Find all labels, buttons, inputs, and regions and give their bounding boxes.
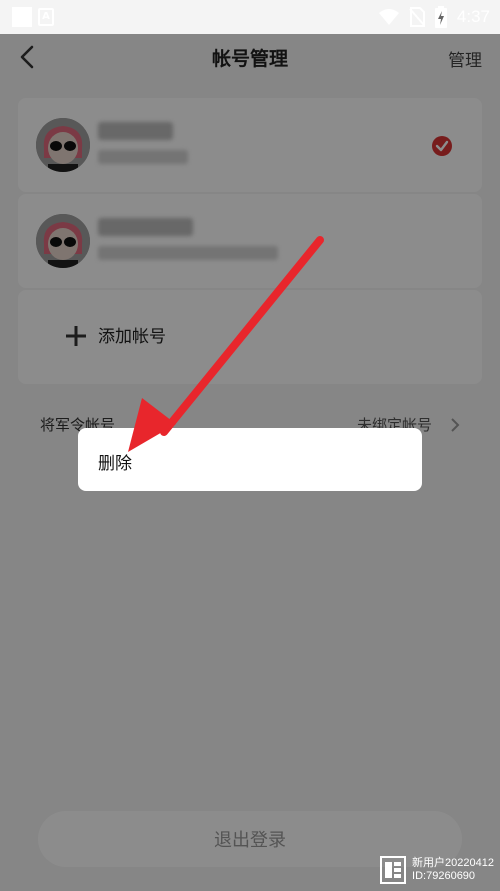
- watermark-line2: ID:79260690: [412, 870, 476, 882]
- text-badge-icon: A: [38, 8, 54, 26]
- notification-square-icon: [12, 7, 32, 27]
- watermark-text: 新用户20220412 ID:79260690: [412, 857, 494, 883]
- watermark-logo-icon: [380, 856, 407, 884]
- watermark: 新用户20220412 ID:79260690: [380, 853, 494, 887]
- battery-charging-icon: [434, 6, 447, 28]
- watermark-line1: 新用户20220412: [412, 857, 494, 869]
- delete-menu-item[interactable]: 删除: [98, 449, 132, 474]
- context-menu: 删除: [78, 428, 422, 491]
- clock: 4:37: [456, 7, 490, 26]
- status-bar: A 4:37: [0, 0, 500, 34]
- status-icons: 4:37: [378, 4, 490, 30]
- wifi-icon: [378, 9, 399, 25]
- no-sim-icon: [409, 7, 425, 27]
